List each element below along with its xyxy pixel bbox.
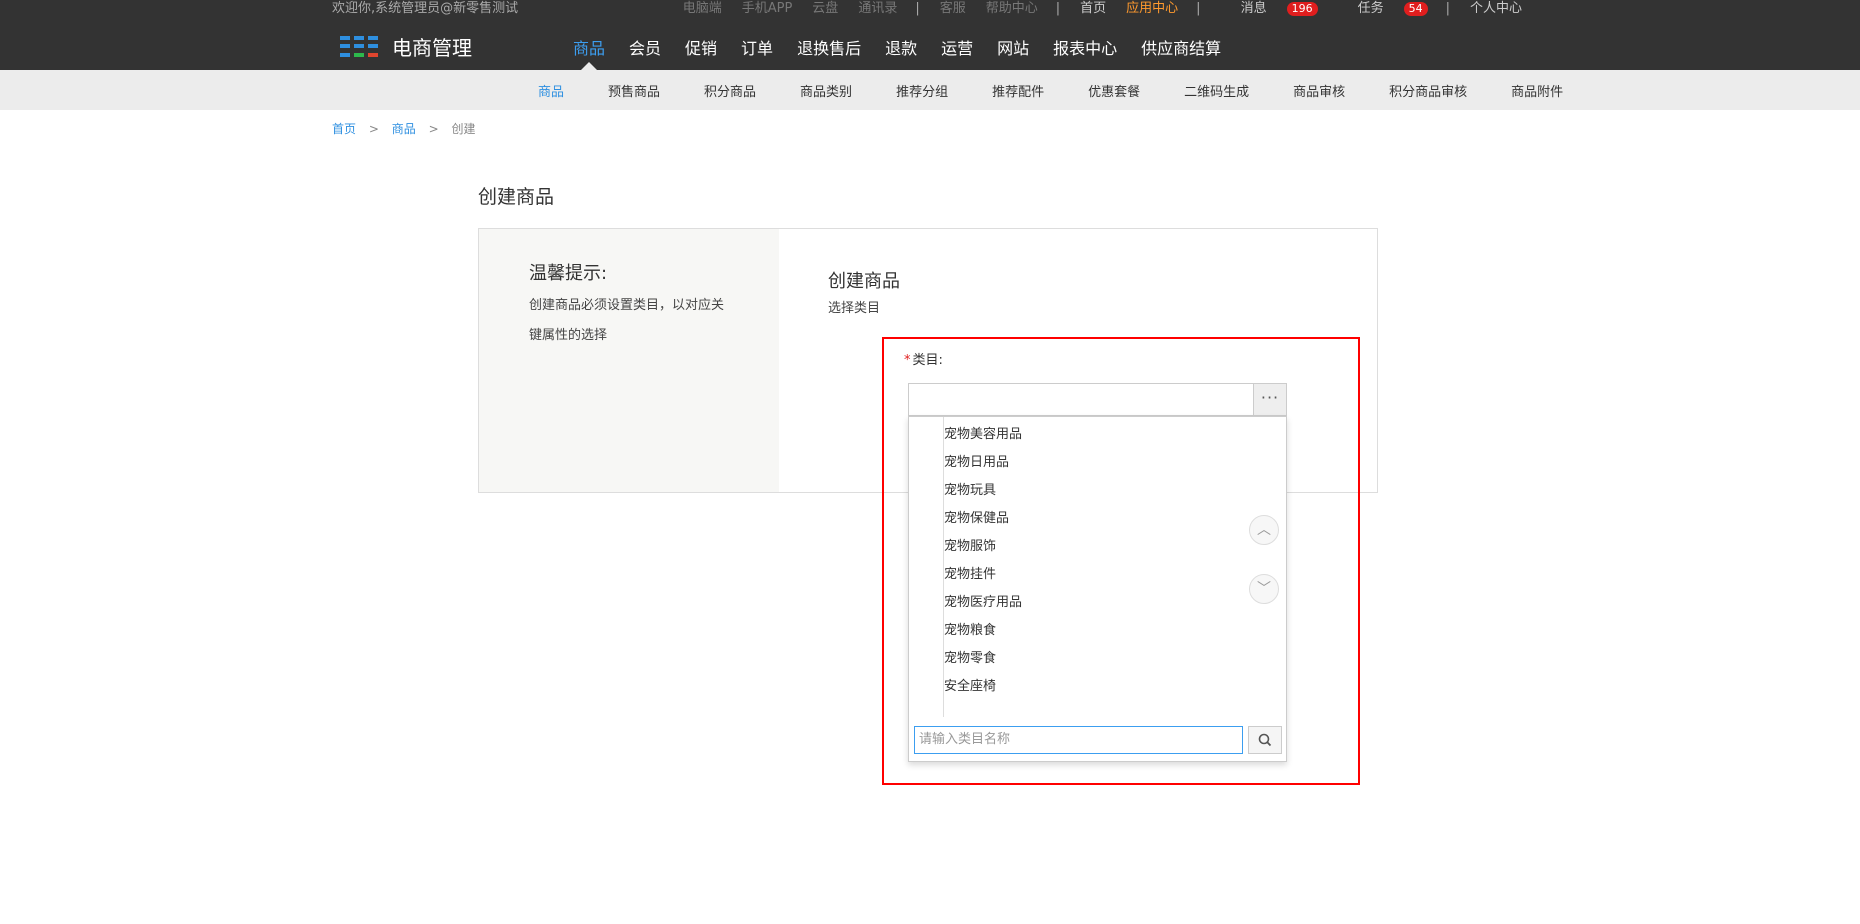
category-select[interactable]: ··· [908, 383, 1287, 416]
search-icon [1258, 733, 1272, 747]
logo-text: 电商管理 [392, 36, 472, 60]
scroll-down-icon[interactable]: ﹀ [1249, 574, 1279, 604]
scroll-up-icon[interactable]: ︿ [1249, 515, 1279, 545]
main-nav-goods[interactable]: 商品 [573, 32, 605, 70]
breadcrumb-separator: > [368, 122, 379, 136]
breadcrumb-current: 创建 [451, 122, 476, 136]
link-home[interactable]: 首页 [1080, 0, 1106, 17]
breadcrumb-home[interactable]: 首页 [332, 122, 356, 136]
main-nav-orders[interactable]: 订单 [741, 32, 773, 70]
breadcrumb-goods[interactable]: 商品 [392, 122, 416, 136]
main-nav-supplier-settlement[interactable]: 供应商结算 [1141, 32, 1221, 70]
messages-badge: 196 [1286, 2, 1318, 16]
link-messages[interactable]: 消息 196 [1221, 0, 1318, 17]
tips-title: 温馨提示: [529, 263, 608, 284]
list-item[interactable]: 宠物日用品 [944, 449, 1022, 477]
list-item[interactable]: 宠物美容用品 [944, 421, 1022, 449]
more-icon[interactable]: ··· [1253, 384, 1286, 415]
main-nav: 商品 会员 促销 订单 退换售后 退款 运营 网站 报表中心 供应商结算 [573, 32, 1245, 70]
page-title: 创建商品 [478, 186, 555, 208]
main-nav-promotions[interactable]: 促销 [685, 32, 717, 70]
sub-nav-attachments[interactable]: 商品附件 [1511, 81, 1563, 100]
logo[interactable]: 电商管理 [340, 32, 472, 61]
link-app-center[interactable]: 应用中心 [1126, 0, 1178, 17]
main-nav-after-sales[interactable]: 退换售后 [797, 32, 861, 70]
tips-panel: 温馨提示: 创建商品必须设置类目，以对应关键属性的选择 [479, 229, 779, 492]
category-search-input[interactable]: 请输入类目名称 [914, 726, 1243, 754]
sub-nav-bundle[interactable]: 优惠套餐 [1088, 81, 1140, 100]
list-item[interactable]: 宠物服饰 [944, 533, 1022, 561]
link-cloud[interactable]: 云盘 [812, 0, 838, 17]
sub-nav-recommend-group[interactable]: 推荐分组 [896, 81, 948, 100]
main-nav-members[interactable]: 会员 [629, 32, 661, 70]
utility-row: 欢迎你,系统管理员@新零售测试 电脑端 手机APP 云盘 通讯录 | 客服 帮助… [332, 0, 1522, 17]
list-item[interactable]: 宠物保健品 [944, 505, 1022, 533]
sub-nav-goods[interactable]: 商品 [538, 81, 564, 100]
required-mark: * [904, 353, 911, 368]
separator: | [1055, 1, 1061, 16]
category-dropdown: 宠物美容用品 宠物日用品 宠物玩具 宠物保健品 宠物服饰 宠物挂件 宠物医疗用品… [908, 416, 1287, 762]
link-help[interactable]: 帮助中心 [986, 0, 1038, 17]
separator: | [1196, 1, 1201, 16]
list-item[interactable]: 宠物零食 [944, 645, 1022, 673]
sub-nav-presale-goods[interactable]: 预售商品 [608, 81, 660, 100]
category-label: * 类目: [904, 349, 943, 368]
breadcrumb-separator: > [428, 122, 439, 136]
top-bar: 欢迎你,系统管理员@新零售测试 电脑端 手机APP 云盘 通讯录 | 客服 帮助… [0, 0, 1860, 70]
main-nav-operations[interactable]: 运营 [941, 32, 973, 70]
list-item[interactable]: 安全座椅 [944, 673, 1022, 701]
sub-nav: 商品 预售商品 积分商品 商品类别 推荐分组 推荐配件 优惠套餐 二维码生成 商… [0, 70, 1860, 110]
link-service[interactable]: 客服 [940, 0, 966, 17]
form-subtitle: 选择类目 [828, 301, 881, 316]
link-profile[interactable]: 个人中心 [1470, 0, 1522, 17]
sub-nav-goods-review[interactable]: 商品审核 [1293, 81, 1345, 100]
sub-nav-qrcode[interactable]: 二维码生成 [1184, 81, 1249, 100]
welcome-text: 欢迎你,系统管理员@新零售测试 [332, 1, 519, 16]
link-contacts[interactable]: 通讯录 [858, 0, 897, 17]
list-item[interactable]: 宠物挂件 [944, 561, 1022, 589]
tasks-label: 任务 [1357, 1, 1384, 16]
sub-nav-goods-category[interactable]: 商品类别 [800, 81, 852, 100]
sub-nav-points-review[interactable]: 积分商品审核 [1389, 81, 1467, 100]
sub-nav-points-goods[interactable]: 积分商品 [704, 81, 756, 100]
link-app[interactable]: 手机APP [742, 0, 793, 17]
main-nav-reports[interactable]: 报表中心 [1053, 32, 1117, 70]
utility-links: 电脑端 手机APP 云盘 通讯录 | 客服 帮助中心 | 首页 应用中心 | 消… [663, 0, 1522, 17]
sub-nav-recommend-accessories[interactable]: 推荐配件 [992, 81, 1044, 100]
link-pc[interactable]: 电脑端 [683, 0, 722, 17]
main-nav-label: 商品 [573, 39, 606, 58]
form-title: 创建商品 [828, 271, 900, 292]
separator: | [915, 1, 920, 16]
separator: | [1445, 1, 1450, 16]
tips-body: 创建商品必须设置类目，以对应关键属性的选择 [529, 298, 725, 343]
messages-label: 消息 [1240, 1, 1267, 16]
list-item[interactable]: 宠物医疗用品 [944, 589, 1022, 617]
breadcrumb: 首页 > 商品 > 创建 [332, 120, 475, 137]
link-tasks[interactable]: 任务 54 [1338, 0, 1428, 17]
active-caret-icon [581, 62, 597, 70]
category-label-text: 类目: [912, 353, 943, 368]
list-item[interactable]: 宠物粮食 [944, 617, 1022, 645]
main-nav-website[interactable]: 网站 [997, 32, 1029, 70]
search-button[interactable] [1248, 726, 1282, 754]
list-item[interactable]: 宠物玩具 [944, 477, 1022, 505]
main-nav-refunds[interactable]: 退款 [885, 32, 917, 70]
tasks-badge: 54 [1403, 2, 1428, 16]
app-grid-icon [340, 35, 378, 58]
category-list: 宠物美容用品 宠物日用品 宠物玩具 宠物保健品 宠物服饰 宠物挂件 宠物医疗用品… [944, 421, 1022, 701]
sub-nav-items: 商品 预售商品 积分商品 商品类别 推荐分组 推荐配件 优惠套餐 二维码生成 商… [538, 70, 1607, 110]
